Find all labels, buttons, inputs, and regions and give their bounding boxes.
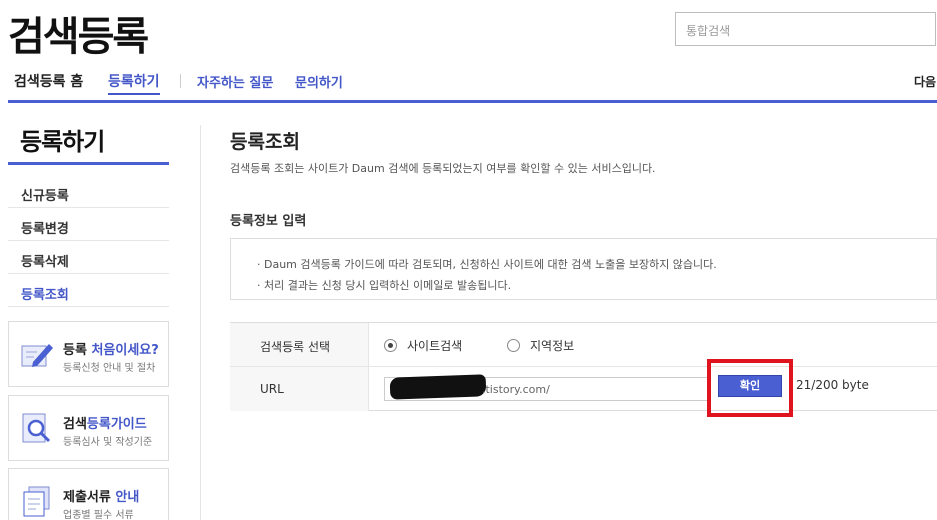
page-title: 등록조회 [230,131,300,153]
url-label: URL [230,367,369,411]
nav-underline [8,100,937,103]
form-row-url: URL .tistory.com/ 확인 21/200 byte [230,359,937,417]
banner-guide[interactable]: 검색등록가이드 등록심사 및 작성기준 [8,395,169,461]
sidebar-item-new[interactable]: 신규등록 [8,175,169,208]
confirm-button[interactable]: 확인 [718,375,782,397]
sidebar-item-change[interactable]: 등록변경 [8,208,169,241]
banner-title: 등록 처음이세요? [63,343,159,358]
sidebar-item-lookup[interactable]: 등록조회 [8,274,169,307]
nav-item-contact[interactable]: 문의하기 [295,72,343,91]
nav-item-home[interactable]: 검색등록 홈 [14,71,83,91]
banner-desc: 등록신청 안내 및 절차 [63,363,156,374]
radio-selected-icon[interactable] [384,339,397,352]
radio-label: 사이트검색 [407,339,463,353]
banner-desc: 업종별 필수 서류 [63,510,134,520]
form-row-type: 검색등록 선택 사이트검색 지역정보 [230,323,937,367]
banner-title: 검색등록가이드 [63,417,147,432]
banner-documents[interactable]: 제출서류 안내 업종별 필수 서류 [8,468,169,520]
documents-icon [23,486,50,517]
sidebar-title-underline [8,162,169,165]
notice-box: · Daum 검색등록 가이드에 따라 검토되며, 신청하신 사이트에 대한 검… [230,238,937,300]
sidebar-item-delete[interactable]: 등록삭제 [8,241,169,274]
radio-local-info[interactable]: 지역정보 [507,337,574,354]
pencil-form-icon [21,344,53,367]
banner-title: 제출서류 안내 [63,490,140,505]
banner-desc: 등록심사 및 작성기준 [63,437,153,448]
redaction-mark [389,374,487,400]
search-input[interactable]: 통합검색 [675,12,936,46]
nav-item-register[interactable]: 등록하기 [108,71,160,95]
sidebar-menu: 신규등록 등록변경 등록삭제 등록조회 [8,175,169,307]
global-nav: 검색등록 홈 등록하기 자주하는 질문 문의하기 다음 [0,62,937,104]
content-divider [200,125,201,520]
nav-item-faq[interactable]: 자주하는 질문 [197,72,273,91]
radio-site-search[interactable]: 사이트검색 [384,337,462,354]
notice-line: · Daum 검색등록 가이드에 따라 검토되며, 신청하신 사이트에 대한 검… [257,258,717,271]
notice-line: · 처리 결과는 신청 당시 입력하신 이메일로 발송됩니다. [257,279,512,292]
url-value: .tistory.com/ [482,383,550,396]
site-logo[interactable]: 검색등록 [8,4,149,62]
type-label: 검색등록 선택 [230,323,369,366]
nav-separator [180,74,181,88]
radio-unselected-icon[interactable] [507,339,520,352]
banner-first-time[interactable]: 등록 처음이세요? 등록신청 안내 및 절차 [8,321,169,387]
magnifier-doc-icon [22,413,51,443]
section-title: 등록정보 입력 [230,214,307,229]
byte-counter: 21/200 byte [796,378,869,392]
nav-item-daum[interactable]: 다음 [914,73,936,90]
radio-label: 지역정보 [530,339,575,353]
sidebar-title: 등록하기 [20,128,105,156]
lookup-form: 검색등록 선택 사이트검색 지역정보 URL .tistory.com/ 확인 … [230,322,937,417]
page-description: 검색등록 조회는 사이트가 Daum 검색에 등록되었는지 여부를 확인할 수 … [230,162,656,175]
